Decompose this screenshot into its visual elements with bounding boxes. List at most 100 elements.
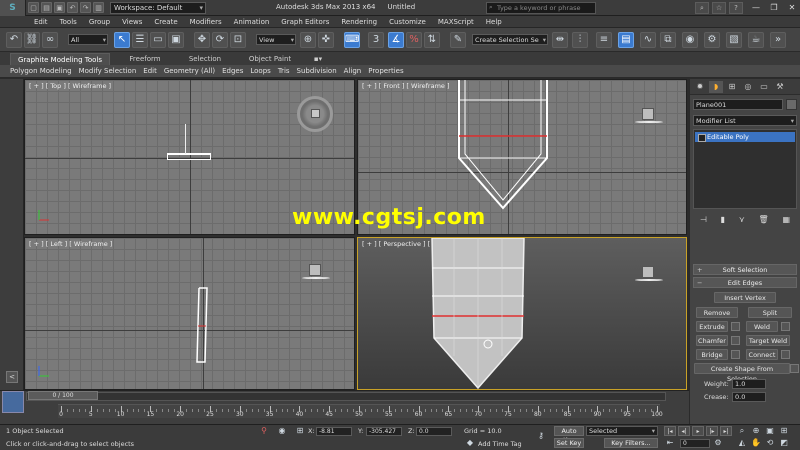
material-editor-icon[interactable]: ◉ (682, 32, 698, 48)
panel-geometry-all[interactable]: Geometry (All) (164, 67, 215, 75)
panel-edges[interactable]: Edges (222, 67, 243, 75)
snaps-toggle-icon[interactable]: 3 (368, 32, 384, 48)
panel-modify-selection[interactable]: Modify Selection (79, 67, 137, 75)
weld-button[interactable]: Weld (746, 321, 778, 332)
tab-object-paint[interactable]: Object Paint (240, 53, 300, 65)
previous-frame-icon[interactable]: ◂| (678, 426, 690, 436)
expand-arrow-icon[interactable]: < (6, 371, 18, 383)
y-coordinate-field[interactable]: -305.427 (366, 427, 402, 436)
absolute-transform-icon[interactable]: ⊞ (294, 426, 306, 436)
render-production-icon[interactable]: ☕ (748, 32, 764, 48)
modify-tab-icon[interactable]: ◗ (709, 80, 723, 93)
select-and-move-icon[interactable]: ✥ (194, 32, 210, 48)
key-mode-dropdown[interactable]: Selected (586, 426, 658, 436)
zoom-extents-all-icon[interactable]: ⊞ (778, 426, 790, 436)
mirror-icon[interactable]: ⇹ (552, 32, 568, 48)
motion-tab-icon[interactable]: ◎ (741, 81, 755, 93)
pan-view-icon[interactable]: ✋ (750, 438, 762, 448)
menu-create[interactable]: Create (154, 18, 177, 26)
new-file-icon[interactable]: ▢ (28, 2, 39, 13)
zoom-all-icon[interactable]: ⊕ (750, 426, 762, 436)
create-tab-icon[interactable]: ✹ (693, 81, 707, 93)
auto-key-button[interactable]: Auto Key (554, 426, 584, 444)
viewcube-icon[interactable] (302, 264, 330, 279)
chamfer-settings-icon[interactable] (731, 336, 740, 345)
panel-tris[interactable]: Tris (278, 67, 290, 75)
tab-selection[interactable]: Selection (180, 53, 230, 65)
layer-manager-icon[interactable]: ≡ (596, 32, 612, 48)
stack-item-editable-poly[interactable]: Editable Poly (695, 132, 795, 142)
zoom-icon[interactable]: ⌕ (736, 426, 748, 436)
select-by-name-icon[interactable]: ☰ (132, 32, 148, 48)
subscription-icon[interactable]: ☆ (712, 2, 726, 14)
viewport-layout-icon[interactable] (2, 391, 24, 413)
panel-align[interactable]: Align (344, 67, 362, 75)
tab-graphite-modeling-tools[interactable]: Graphite Modeling Tools (10, 53, 110, 65)
menu-animation[interactable]: Animation (234, 18, 270, 26)
play-icon[interactable]: ▸ (692, 426, 704, 436)
named-selection-dropdown[interactable]: Create Selection Se (472, 34, 548, 45)
key-mode-toggle-icon[interactable]: ⇤ (664, 438, 676, 448)
go-to-start-icon[interactable]: |◂ (664, 426, 676, 436)
remove-button[interactable]: Remove (696, 307, 738, 318)
undo-icon[interactable]: ↶ (67, 2, 78, 13)
menu-views[interactable]: Views (122, 18, 142, 26)
viewcube-icon[interactable] (635, 266, 663, 281)
viewcube-icon[interactable] (635, 108, 663, 123)
display-tab-icon[interactable]: ▭ (757, 81, 771, 93)
select-and-rotate-icon[interactable]: ⟳ (212, 32, 228, 48)
select-and-scale-icon[interactable]: ⊡ (230, 32, 246, 48)
field-of-view-icon[interactable]: ◭ (736, 438, 748, 448)
viewport-perspective[interactable]: [ + ] [ Perspective ] [ Realistic + Edge… (357, 237, 687, 390)
orbit-icon[interactable]: ⟲ (764, 438, 776, 448)
utilities-tab-icon[interactable]: ⚒ (773, 81, 787, 93)
remove-modifier-icon[interactable]: 🗑 (759, 215, 769, 224)
next-frame-icon[interactable]: |▸ (706, 426, 718, 436)
viewport-label-left[interactable]: [ + ] [ Left ] [ Wireframe ] (29, 240, 112, 248)
pin-stack-icon[interactable]: ⊣ (700, 215, 707, 224)
pivot-center-icon[interactable]: ⊕ (300, 32, 316, 48)
time-configuration-icon[interactable]: ⚙ (712, 438, 724, 448)
zoom-extents-icon[interactable]: ▣ (764, 426, 776, 436)
make-unique-icon[interactable]: ⋎ (739, 215, 745, 224)
selection-filter-dropdown[interactable]: All (68, 34, 108, 45)
close-button[interactable]: ✕ (784, 2, 800, 14)
target-weld-button[interactable]: Target Weld (746, 335, 790, 346)
rendered-frame-icon[interactable]: ▧ (726, 32, 742, 48)
select-and-link-icon[interactable]: ⛓ (24, 32, 40, 48)
minimize-button[interactable]: — (748, 2, 764, 14)
viewport-left[interactable]: [ + ] [ Left ] [ Wireframe ] (24, 237, 355, 390)
tab-freeform[interactable]: Freeform (120, 53, 170, 65)
maximize-button[interactable]: ❐ (766, 2, 782, 14)
key-filters-button[interactable]: Key Filters... (604, 438, 658, 448)
add-time-tag-button[interactable]: Add Time Tag (478, 440, 522, 448)
redo-icon[interactable]: ↷ (80, 2, 91, 13)
undo-icon[interactable]: ↶ (6, 32, 22, 48)
help-icon[interactable]: ? (729, 2, 743, 14)
connect-settings-icon[interactable] (781, 350, 790, 359)
schematic-view-icon[interactable]: ⧉ (660, 32, 676, 48)
reference-coordinate-dropdown[interactable]: View (256, 34, 296, 45)
angle-snap-icon[interactable]: ∡ (388, 32, 404, 48)
panel-polygon-modeling[interactable]: Polygon Modeling (10, 67, 72, 75)
weight-spinner[interactable]: 1.0 (732, 379, 766, 389)
bind-space-warp-icon[interactable]: ∞ (42, 32, 58, 48)
ribbon-options-icon[interactable]: ▪▾ (310, 53, 326, 65)
menu-tools[interactable]: Tools (60, 18, 77, 26)
menu-help[interactable]: Help (486, 18, 502, 26)
insert-vertex-button[interactable]: Insert Vertex (714, 292, 776, 303)
z-coordinate-field[interactable]: 0.0 (416, 427, 452, 436)
show-end-result-icon[interactable]: ▮ (721, 215, 725, 224)
set-key-button[interactable]: Set Key (554, 438, 584, 448)
create-shape-settings-icon[interactable] (790, 364, 799, 373)
object-color-swatch[interactable] (786, 99, 797, 110)
perspective-view-object[interactable] (424, 238, 534, 390)
left-view-object[interactable] (193, 286, 213, 366)
bridge-button[interactable]: Bridge (696, 349, 728, 360)
maximize-viewport-icon[interactable]: ◩ (778, 438, 790, 448)
weld-settings-icon[interactable] (781, 322, 790, 331)
object-name-field[interactable]: Plane001 (693, 99, 783, 110)
connect-button[interactable]: Connect (746, 349, 778, 360)
hierarchy-tab-icon[interactable]: ⊞ (725, 81, 739, 93)
rectangular-selection-icon[interactable]: ▭ (150, 32, 166, 48)
